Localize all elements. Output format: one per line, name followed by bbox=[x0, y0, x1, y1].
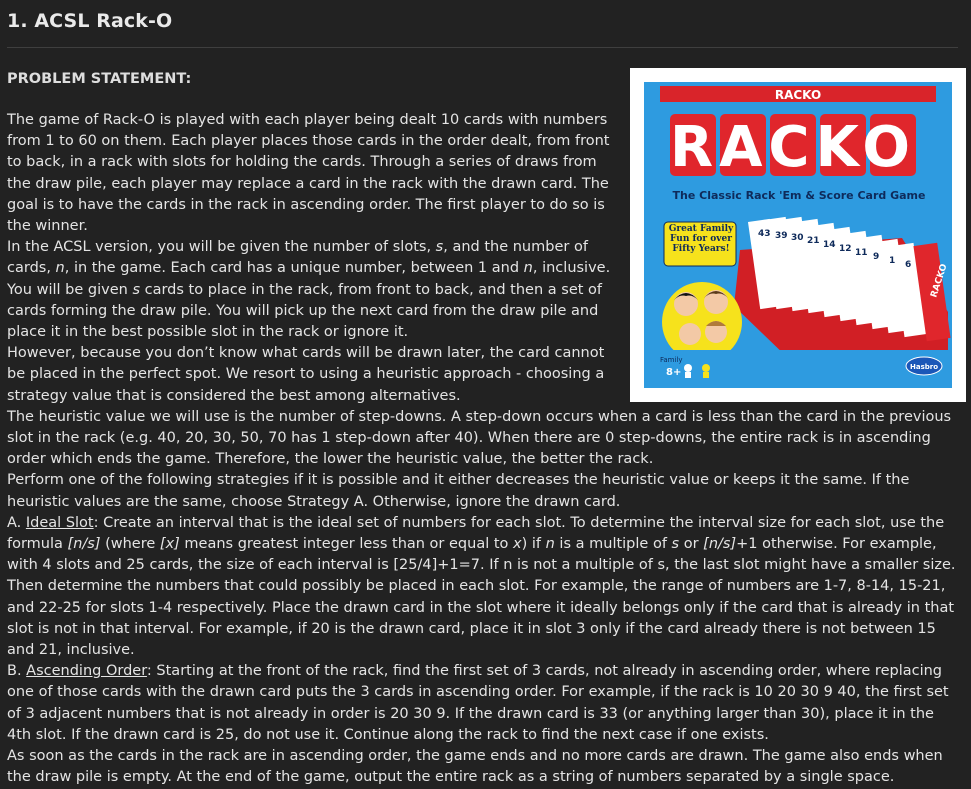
paragraph-game-end: As soon as the cards in the rack are in … bbox=[7, 748, 943, 786]
card-number: 11 bbox=[855, 248, 868, 258]
card-number: 9 bbox=[873, 252, 879, 262]
text-span: A. bbox=[7, 514, 26, 531]
text-span: (where bbox=[100, 536, 160, 553]
card-number: 21 bbox=[807, 236, 820, 246]
card-number: 6 bbox=[905, 260, 911, 270]
text-span: In the ACSL version, you will be given t… bbox=[7, 239, 436, 256]
paragraph-strategies: Perform one of the following strategies … bbox=[7, 472, 910, 510]
strategy-a-term: Ideal Slot bbox=[25, 514, 94, 531]
box-subtitle: The Classic Rack 'Em & Score Card Game bbox=[673, 189, 926, 202]
text-span: ) if bbox=[521, 536, 546, 553]
card-number: 12 bbox=[839, 244, 852, 254]
top-banner-text: RACKO bbox=[775, 88, 821, 102]
formula: [x] bbox=[159, 536, 180, 553]
var-x: x bbox=[513, 536, 522, 553]
paragraph-step-downs: The heuristic value we will use is the n… bbox=[7, 408, 952, 468]
text-span: is a multiple of bbox=[554, 536, 672, 553]
problem-statement: RACKO RACKO The Classic Rack 'Em & Score… bbox=[7, 68, 966, 789]
badge-text: Great Family Fun for over Fifty Years! bbox=[668, 224, 734, 254]
text-span: means greatest integer less than or equa… bbox=[179, 536, 514, 553]
card-number: 39 bbox=[775, 231, 788, 241]
formula: [n/s] bbox=[67, 536, 101, 553]
var-n: n bbox=[55, 260, 65, 277]
text-span: B. bbox=[7, 663, 27, 680]
footer-age-label: 8+ bbox=[666, 367, 681, 378]
text-span: , in the game. Each card has a unique nu… bbox=[64, 260, 524, 277]
text-span: : Starting at the front of the rack, fin… bbox=[7, 663, 949, 743]
var-s: s bbox=[671, 536, 680, 553]
footer-family-label: Family bbox=[660, 356, 683, 364]
text-span: +1 otherwise. For example, with 4 slots … bbox=[7, 536, 956, 659]
var-n: n bbox=[523, 260, 533, 277]
hasbro-logo-text: Hasbro bbox=[910, 363, 938, 371]
formula: [n/s] bbox=[703, 536, 737, 553]
title-divider bbox=[7, 47, 958, 48]
page-title: 1. ACSL Rack-O bbox=[7, 10, 173, 32]
racko-box-image: RACKO RACKO The Classic Rack 'Em & Score… bbox=[630, 68, 966, 402]
card-number: 30 bbox=[791, 233, 804, 243]
problem-page: 1. ACSL Rack-O PROBLEM STATEMENT: RACKO … bbox=[0, 0, 971, 785]
card-number: 43 bbox=[758, 229, 771, 239]
section-heading: PROBLEM STATEMENT: bbox=[7, 71, 192, 87]
paragraph-strategy-a: A. Ideal Slot: Create an interval that i… bbox=[7, 513, 962, 661]
var-n: n bbox=[545, 536, 555, 553]
card-number: 14 bbox=[823, 240, 836, 250]
var-s: s bbox=[132, 281, 140, 298]
strategy-b-term: Ascending Order bbox=[26, 663, 147, 680]
racko-logo: RACKO bbox=[670, 114, 916, 180]
racko-logo-text: RACKO bbox=[670, 115, 916, 180]
card-number: 1 bbox=[889, 256, 895, 266]
paragraph-strategy-b: B. Ascending Order: Starting at the fron… bbox=[7, 661, 962, 746]
text-span: or bbox=[679, 536, 704, 553]
